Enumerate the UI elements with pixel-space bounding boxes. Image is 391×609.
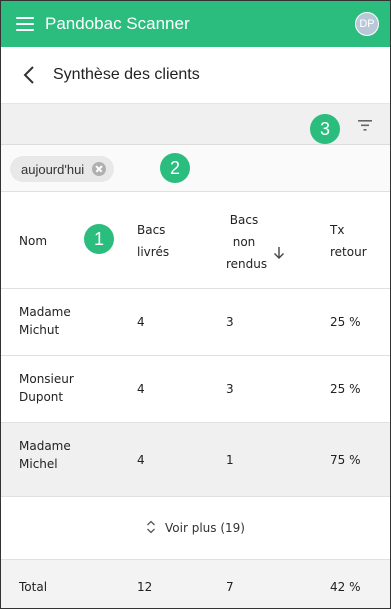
annotation-marker-1: 1 <box>84 224 114 254</box>
back-arrow-icon[interactable] <box>23 65 43 85</box>
column-header-bacs-non-rendus[interactable]: Bacs non rendus <box>226 209 268 275</box>
expand-chevrons-icon <box>147 520 155 534</box>
cell-bacs-livres: 4 <box>137 453 145 467</box>
total-bacs-non-rendus: 7 <box>226 580 234 594</box>
column-header-tx-retour[interactable]: Tx retour <box>330 219 367 263</box>
cell-tx-retour: 75 % <box>330 453 361 467</box>
client-name: Madame Michut <box>19 303 71 339</box>
name-line: Monsieur <box>19 372 74 386</box>
name-line: Michel <box>19 457 58 471</box>
column-header-nom[interactable]: Nom <box>19 230 47 252</box>
header-line: livrés <box>137 245 170 259</box>
name-line: Madame <box>19 439 71 453</box>
client-name: Madame Michel <box>19 437 71 473</box>
table-row[interactable]: Madame Michel 4 1 75 % <box>1 423 390 497</box>
date-filter-chip[interactable]: aujourd'hui <box>10 156 115 182</box>
cell-bacs-livres: 4 <box>137 315 145 329</box>
table-row[interactable]: Madame Michut 4 3 25 % <box>1 289 390 356</box>
client-name: Monsieur Dupont <box>19 370 74 406</box>
name-line: Michut <box>19 323 60 337</box>
show-more-label: Voir plus (19) <box>165 521 245 535</box>
total-tx-retour: 42 % <box>330 580 361 594</box>
remove-chip-icon[interactable] <box>92 162 107 176</box>
menu-icon[interactable] <box>16 17 34 31</box>
cell-bacs-livres: 4 <box>137 382 145 396</box>
sort-arrow-down-icon[interactable] <box>273 246 285 260</box>
app-bar: Pandobac Scanner DP <box>1 1 390 47</box>
total-bacs-livres: 12 <box>137 580 153 594</box>
header-line: rendus <box>226 257 268 271</box>
filter-icon[interactable] <box>358 119 372 131</box>
cell-tx-retour: 25 % <box>330 315 361 329</box>
page-title: Synthèse des clients <box>53 66 200 83</box>
header-line: non <box>232 235 256 249</box>
show-more-row[interactable]: Voir plus (19) <box>1 497 390 560</box>
annotation-marker-2: 2 <box>160 153 190 183</box>
show-more-button[interactable]: Voir plus (19) <box>146 520 245 535</box>
avatar[interactable]: DP <box>355 12 379 36</box>
total-label: Total <box>19 580 48 594</box>
page-header: Synthèse des clients <box>1 47 390 104</box>
cell-bacs-non-rendus: 1 <box>226 453 234 467</box>
annotation-marker-3: 3 <box>310 114 340 144</box>
table-header: Nom 1 Bacs livrés Bacs non rendus Tx ret… <box>1 192 390 289</box>
filter-bar: 3 <box>1 104 390 145</box>
chip-label: aujourd'hui <box>21 161 85 177</box>
column-header-bacs-livres[interactable]: Bacs livrés <box>137 219 169 263</box>
cell-bacs-non-rendus: 3 <box>226 382 234 396</box>
header-line: Bacs <box>229 213 259 227</box>
table-row[interactable]: Monsieur Dupont 4 3 25 % <box>1 356 390 423</box>
active-filters-row: aujourd'hui 2 <box>1 145 390 192</box>
total-row: Total 12 7 42 % <box>1 560 390 608</box>
cell-bacs-non-rendus: 3 <box>226 315 234 329</box>
cell-tx-retour: 25 % <box>330 382 361 396</box>
app-frame: Pandobac Scanner DP Synthèse des clients… <box>0 0 391 609</box>
name-line: Madame <box>19 305 71 319</box>
header-line: retour <box>330 245 367 259</box>
name-line: Dupont <box>19 390 64 404</box>
app-title: Pandobac Scanner <box>45 14 190 33</box>
header-line: Bacs <box>137 223 166 237</box>
header-line: Tx <box>330 223 345 237</box>
